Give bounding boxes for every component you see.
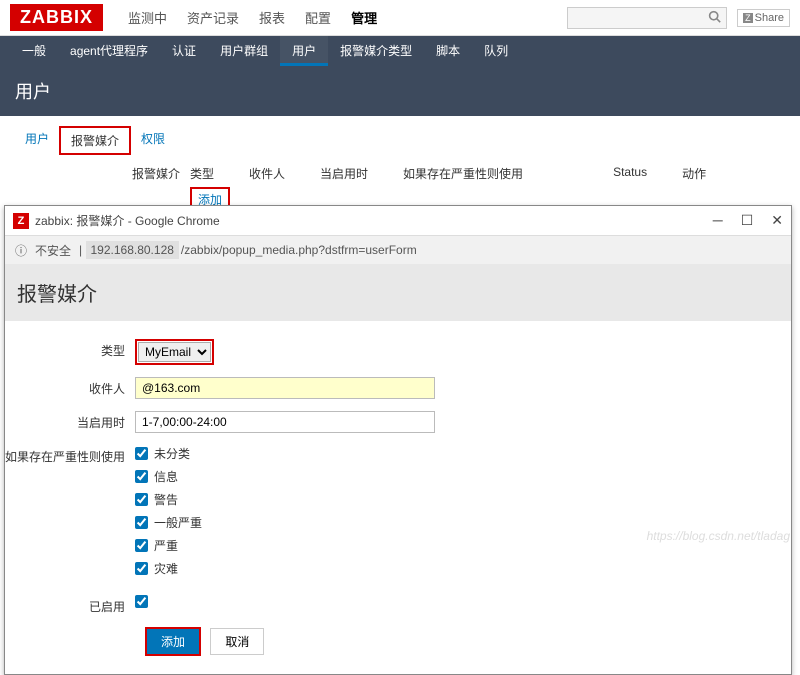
page-title: 用户 [0, 66, 800, 116]
chk-average[interactable]: 一般严重 [135, 514, 202, 531]
col-status: Status [613, 165, 647, 182]
top-header: ZABBIX 监测中 资产记录 报表 配置 管理 ZShare [0, 0, 800, 36]
type-select-wrap: MyEmail [135, 339, 214, 365]
info-icon[interactable]: ⓘ [15, 242, 27, 259]
nav-monitoring[interactable]: 监测中 [118, 8, 177, 27]
severity-checklist: 未分类 信息 警告 一般严重 严重 灾难 [135, 445, 202, 583]
subnav-usergroups[interactable]: 用户群组 [208, 36, 280, 66]
col-action: 动作 [682, 165, 706, 182]
popup-add-button[interactable]: 添加 [145, 627, 201, 656]
media-label: 报警媒介 [120, 165, 180, 182]
subnav-mediatypes[interactable]: 报警媒介类型 [328, 36, 424, 66]
label-recipient: 收件人 [5, 377, 135, 397]
chk-warning[interactable]: 警告 [135, 491, 202, 508]
popup-titlebar: Z zabbix: 报警媒介 - Google Chrome ─ ☐ ✕ [5, 206, 791, 236]
sub-nav: 一般 agent代理程序 认证 用户群组 用户 报警媒介类型 脚本 队列 [0, 36, 800, 66]
subnav-proxies[interactable]: agent代理程序 [58, 36, 160, 66]
chk-information[interactable]: 信息 [135, 468, 202, 485]
popup-actions: 添加 取消 [145, 627, 771, 656]
nav-admin[interactable]: 管理 [341, 8, 387, 27]
url-bar: ⓘ 不安全 | 192.168.80.128 /zabbix/popup_med… [5, 236, 791, 264]
nav-config[interactable]: 配置 [295, 8, 341, 27]
recipient-input[interactable] [135, 377, 435, 399]
nav-reports[interactable]: 报表 [249, 8, 295, 27]
media-columns: 类型 收件人 当启用时 如果存在严重性则使用 Status 动作 [190, 165, 741, 182]
type-select[interactable]: MyEmail [138, 342, 211, 362]
insecure-label: 不安全 [35, 242, 71, 259]
col-recipient: 收件人 [249, 165, 285, 182]
search-input[interactable] [567, 7, 727, 29]
popup-title: 报警媒介 [5, 264, 791, 321]
subnav-users[interactable]: 用户 [280, 36, 328, 66]
popup-body: 类型 MyEmail 收件人 当启用时 如果存在严重性则使用 未分类 信息 警告… [5, 321, 791, 674]
tab-permissions[interactable]: 权限 [131, 126, 175, 155]
minimize-icon[interactable]: ─ [713, 212, 723, 229]
url-ip: 192.168.80.128 [86, 241, 179, 259]
label-when: 当启用时 [5, 411, 135, 431]
zabbix-favicon: Z [13, 213, 29, 229]
when-active-input[interactable] [135, 411, 435, 433]
chk-high[interactable]: 严重 [135, 537, 202, 554]
col-type: 类型 [190, 165, 214, 182]
enabled-checkbox[interactable] [135, 595, 148, 608]
subnav-auth[interactable]: 认证 [160, 36, 208, 66]
search-icon [708, 10, 721, 26]
col-when: 当启用时 [320, 165, 368, 182]
chk-disaster[interactable]: 灾难 [135, 560, 202, 577]
tab-media[interactable]: 报警媒介 [59, 126, 131, 155]
watermark: https://blog.csdn.net/tladag [647, 529, 790, 543]
popup-window: Z zabbix: 报警媒介 - Google Chrome ─ ☐ ✕ ⓘ 不… [4, 205, 792, 675]
subnav-general[interactable]: 一般 [10, 36, 58, 66]
close-icon[interactable]: ✕ [771, 212, 783, 229]
main-nav: 监测中 资产记录 报表 配置 管理 [118, 8, 387, 27]
col-severity: 如果存在严重性则使用 [403, 165, 523, 182]
label-severity: 如果存在严重性则使用 [5, 445, 135, 465]
label-type: 类型 [5, 339, 135, 359]
maximize-icon[interactable]: ☐ [741, 212, 754, 229]
logo: ZABBIX [10, 4, 103, 31]
popup-cancel-button[interactable]: 取消 [210, 628, 264, 655]
user-tabs: 用户 报警媒介 权限 [0, 116, 800, 165]
tab-user[interactable]: 用户 [15, 126, 59, 155]
subnav-scripts[interactable]: 脚本 [424, 36, 472, 66]
popup-window-title: zabbix: 报警媒介 - Google Chrome [35, 212, 220, 229]
subnav-queue[interactable]: 队列 [472, 36, 520, 66]
label-enabled: 已启用 [5, 595, 135, 615]
share-button[interactable]: ZShare [737, 9, 790, 27]
url-path: /zabbix/popup_media.php?dstfrm=userForm [181, 243, 417, 257]
header-right: ZShare [567, 7, 790, 29]
chk-not-classified[interactable]: 未分类 [135, 445, 202, 462]
nav-inventory[interactable]: 资产记录 [177, 8, 249, 27]
